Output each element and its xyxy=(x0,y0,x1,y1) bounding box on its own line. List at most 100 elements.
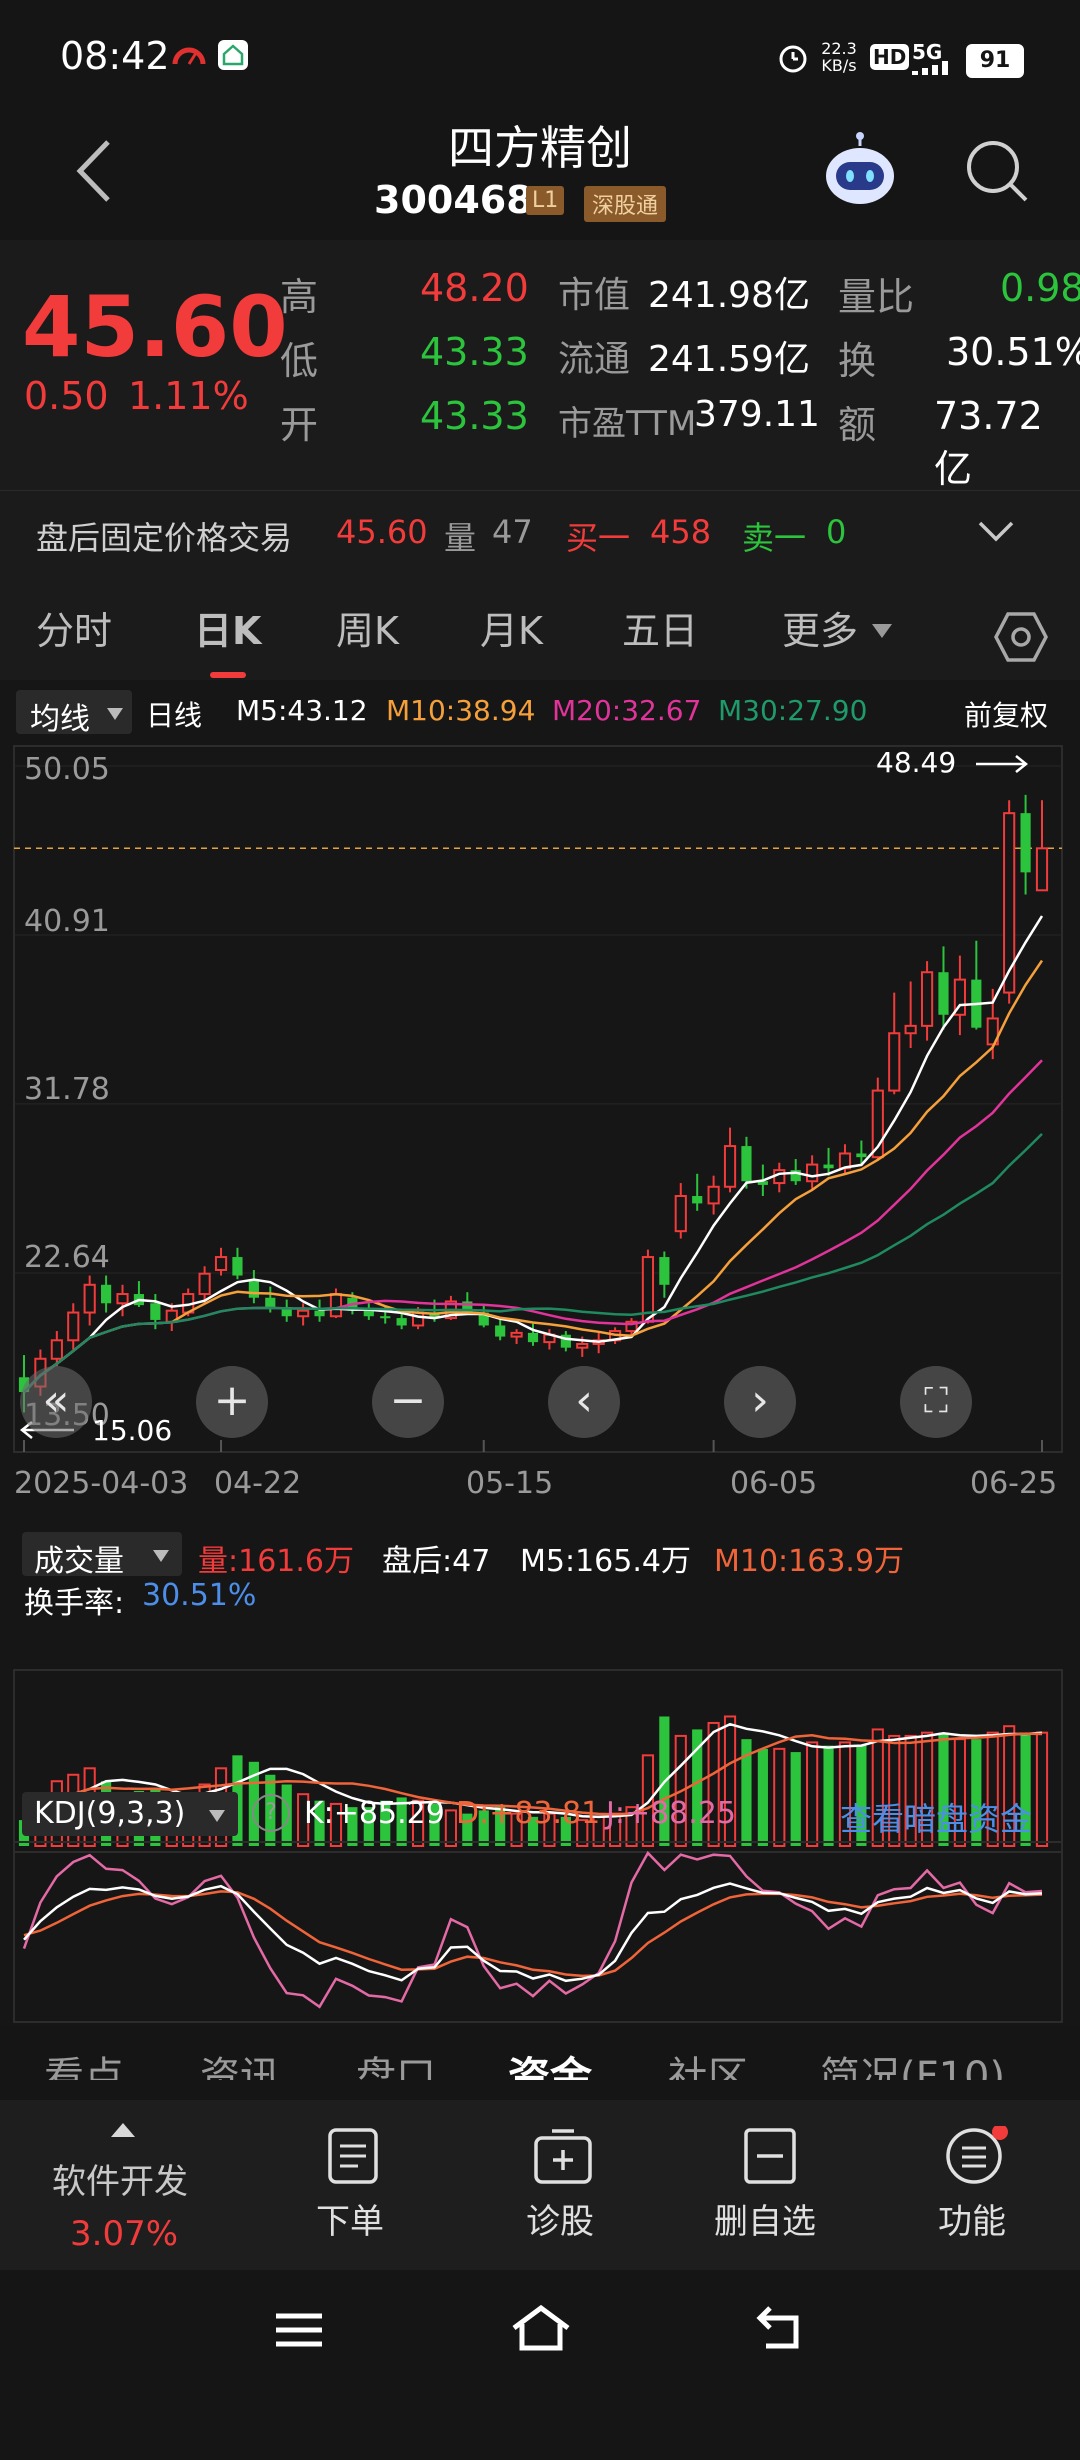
tab-daily-k[interactable]: 日K xyxy=(194,600,261,655)
subtab-community[interactable]: 社区 xyxy=(668,2044,748,2080)
tab-timeshare[interactable]: 分时 xyxy=(36,600,112,655)
candle-body xyxy=(904,1024,917,1035)
subtab-news[interactable]: 资讯 xyxy=(200,2044,280,2080)
back-arrow-icon[interactable] xyxy=(70,136,120,206)
high-marker-arrow-icon xyxy=(976,754,1030,778)
candle-body xyxy=(363,1310,374,1317)
mktcap-value: 241.98亿 xyxy=(648,275,810,316)
volume-bar xyxy=(757,1748,768,1846)
kdj-d-value: D:+83.81 xyxy=(456,1796,601,1831)
remove-watchlist-button[interactable]: 删自选 xyxy=(710,2126,830,2266)
adjust-mode[interactable]: 前复权 xyxy=(964,694,1048,734)
diagnose-button[interactable]: 诊股 xyxy=(518,2126,608,2266)
ma-selector-label: 均线 xyxy=(30,702,90,737)
diagnose-label: 诊股 xyxy=(526,2202,594,2242)
float-label: 流通 xyxy=(558,339,631,380)
high-marker: 48.49 xyxy=(876,746,957,779)
vol-ratio-label: 量比 xyxy=(838,275,915,319)
high-value: 48.20 xyxy=(420,266,529,310)
robot-assistant-icon[interactable] xyxy=(820,132,900,208)
scroll-left-button[interactable]: ‹ xyxy=(548,1366,620,1438)
tab-weekly-k[interactable]: 周K xyxy=(336,600,399,655)
candle-body xyxy=(329,1293,343,1318)
rewind-button[interactable]: « xyxy=(20,1366,92,1438)
buy-one-value: 458 xyxy=(650,513,712,551)
subtab-orderbook[interactable]: 盘口 xyxy=(356,2044,436,2080)
search-icon[interactable] xyxy=(964,138,1030,204)
candle-body xyxy=(495,1325,506,1337)
candle-body xyxy=(920,971,934,1027)
status-bar: 08:42 22.3 KB/s HD 5G 91 xyxy=(0,0,1080,110)
ma-selector[interactable]: 均线 xyxy=(16,690,132,737)
alarm-icon xyxy=(776,40,810,74)
amount-label: 额 xyxy=(838,403,877,447)
candle-body xyxy=(83,1283,96,1314)
date-axis-label-4: 06-25 xyxy=(970,1466,1058,1501)
ma30-line xyxy=(23,1133,1043,1393)
ma10-value: M10:38.94 xyxy=(386,694,536,727)
volume-selector-label: 成交量 xyxy=(34,1544,124,1579)
candle-body xyxy=(527,1332,539,1343)
candle-body xyxy=(116,1293,129,1305)
ma30-value: M30:27.90 xyxy=(718,694,868,727)
date-axis-label-3: 06-05 xyxy=(730,1466,818,1501)
volume-selector[interactable]: 成交量 xyxy=(22,1532,182,1579)
sell-one-value: 0 xyxy=(826,513,847,551)
candlestick-chart[interactable] xyxy=(0,740,1080,1460)
after-hours-volume: 盘后:47 xyxy=(382,1544,491,1579)
zoom-in-button[interactable]: + xyxy=(196,1366,268,1438)
price-axis-label-3: 22.64 xyxy=(24,1240,110,1275)
order-icon xyxy=(326,2126,380,2190)
scroll-right-button[interactable]: › xyxy=(724,1366,796,1438)
functions-button[interactable]: 功能 xyxy=(930,2124,1020,2266)
tab-five-day[interactable]: 五日 xyxy=(622,600,698,655)
candle-body xyxy=(265,1297,276,1307)
turnover-value: 30.51% xyxy=(946,330,1080,374)
subtab-f10[interactable]: 简况(F10) xyxy=(820,2044,1005,2080)
float-value: 241.59亿 xyxy=(648,339,810,380)
zoom-out-button[interactable]: − xyxy=(372,1366,444,1438)
price-axis-label-2: 31.78 xyxy=(24,1072,110,1107)
stock-name: 四方精创 xyxy=(448,121,632,175)
kdj-k-value: K:+85.29 xyxy=(304,1796,445,1831)
low-label: 低 xyxy=(280,339,319,383)
back-icon[interactable] xyxy=(756,2304,806,2356)
mktcap-label: 市值 xyxy=(558,275,631,316)
signal-icon xyxy=(912,60,954,75)
kdj-frame xyxy=(13,1841,1063,2023)
fullscreen-button[interactable]: ⛶ xyxy=(900,1366,972,1438)
order-button[interactable]: 下单 xyxy=(308,2126,398,2266)
candle-body xyxy=(411,1311,425,1327)
after-hours-row[interactable]: 盘后固定价格交易 45.60 量 47 买一 458 卖一 0 xyxy=(0,490,1080,581)
settings-hexagon-icon[interactable] xyxy=(994,610,1048,664)
candle-body xyxy=(707,1185,720,1205)
subtab-highlights[interactable]: 看点 xyxy=(44,2044,124,2080)
kdj-d-line xyxy=(23,1890,1043,1978)
help-icon[interactable]: ? xyxy=(252,1794,290,1832)
chevron-down-icon[interactable] xyxy=(976,519,1016,545)
high-label: 高 xyxy=(280,275,319,319)
tab-more[interactable]: 更多 xyxy=(782,600,858,655)
low-value: 43.33 xyxy=(420,330,529,374)
candle-body xyxy=(888,1032,901,1092)
price-change: 0.50 xyxy=(24,374,109,418)
candle-body xyxy=(723,1145,737,1188)
sector-name[interactable]: 软件开发 xyxy=(52,2154,188,2203)
home-icon[interactable] xyxy=(510,2304,572,2356)
bottom-nav: 软件开发 3.07% 下单 诊股 删自选 功能 xyxy=(0,2100,1080,2270)
dark-pool-link[interactable]: 查看暗盘资金 xyxy=(840,1794,1032,1840)
subtab-funds[interactable]: 资金 xyxy=(508,2044,592,2080)
ma-period: 日线 xyxy=(146,699,203,732)
app-notification-icon xyxy=(218,40,248,70)
volume-bar xyxy=(823,1745,834,1846)
candle-body xyxy=(741,1146,752,1182)
kdj-selector-label: KDJ(9,3,3) xyxy=(34,1796,186,1831)
volume-value: 量:161.6万 xyxy=(198,1544,354,1579)
menu-icon[interactable] xyxy=(274,2310,324,2354)
kdj-selector[interactable]: KDJ(9,3,3) xyxy=(22,1792,238,1836)
price-axis-label-1: 40.91 xyxy=(24,904,110,939)
battery-icon: 91 xyxy=(966,44,1024,78)
amount-value: 73.72亿 xyxy=(934,394,1043,491)
candle-body xyxy=(823,1164,834,1169)
tab-monthly-k[interactable]: 月K xyxy=(480,600,543,655)
